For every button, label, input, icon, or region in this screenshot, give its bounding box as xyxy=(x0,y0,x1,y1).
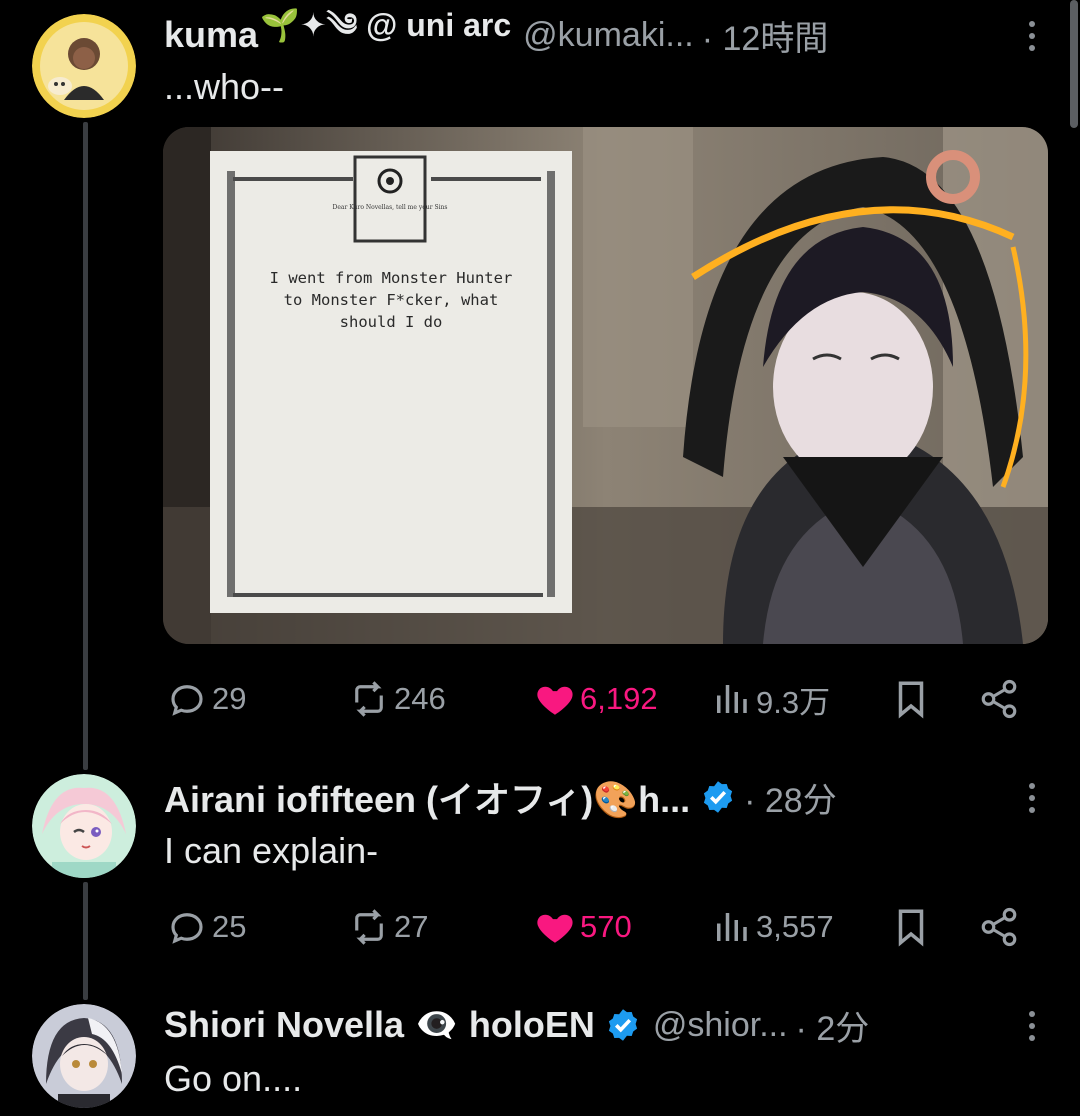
reply-icon xyxy=(171,685,203,716)
share-icon xyxy=(981,907,1017,947)
post-actions: 29 246 6,192 9.3万 xyxy=(166,674,1026,724)
repost-count: 246 xyxy=(394,681,446,716)
verified-badge-icon xyxy=(608,1009,637,1041)
repost-count: 27 xyxy=(394,909,429,944)
scrollbar-thumb[interactable] xyxy=(1070,0,1078,128)
letter-text-line: should I do xyxy=(340,313,443,331)
timeline: kuma 🌱✦༄ @ uni arc @kumaki... · 12時間 ...… xyxy=(0,0,1080,1116)
repost-button[interactable]: 27 xyxy=(348,902,428,952)
author-name[interactable]: Shiori Novella 👁‍🗨 holoEN xyxy=(164,1004,595,1046)
views-button[interactable]: 3,557 xyxy=(710,902,834,952)
author-name[interactable]: Airani iofifteen (イオフィ)🎨h... xyxy=(164,771,690,823)
post-time[interactable]: · 28分 xyxy=(744,773,837,822)
views-icon xyxy=(717,913,747,941)
repost-icon xyxy=(355,909,383,945)
author-name[interactable]: kuma xyxy=(164,14,258,56)
views-button[interactable]: 9.3万 xyxy=(710,674,830,724)
share-button[interactable] xyxy=(978,674,1024,724)
like-count: 570 xyxy=(580,909,632,944)
bookmark-button[interactable] xyxy=(890,902,936,952)
verified-badge-icon xyxy=(704,781,733,813)
post-text: Go on.... xyxy=(164,1058,303,1099)
like-button[interactable]: 570 xyxy=(534,902,632,952)
views-count: 9.3万 xyxy=(756,684,831,720)
thread-connector-line xyxy=(83,882,88,1000)
letter-header-small: Dear Kuro Novellas, tell me your Sins xyxy=(333,204,448,211)
post-header: Shiori Novella 👁‍🗨 holoEN @shior... · 2分 xyxy=(164,1002,1050,1048)
author-handle[interactable]: @shior... xyxy=(653,1006,788,1045)
reply-count: 29 xyxy=(212,681,247,716)
views-count: 3,557 xyxy=(756,909,834,944)
post-time[interactable]: · 2分 xyxy=(796,1001,870,1050)
reply-count: 25 xyxy=(212,909,247,944)
heart-icon xyxy=(537,686,573,715)
letter-text-line: to Monster F*cker, what xyxy=(284,291,499,309)
post-text: ...who-- xyxy=(164,66,285,107)
more-icon[interactable] xyxy=(1014,16,1050,56)
thread-connector-line xyxy=(83,122,88,770)
post-header: kuma 🌱✦༄ @ uni arc @kumaki... · 12時間 xyxy=(164,7,1050,60)
post-media-image[interactable]: Dear Kuro Novellas, tell me your Sins I … xyxy=(163,127,1048,644)
heart-icon xyxy=(537,914,573,943)
like-button[interactable]: 6,192 xyxy=(534,674,658,724)
avatar-kuma[interactable] xyxy=(32,14,136,118)
more-icon[interactable] xyxy=(1014,1006,1050,1046)
repost-button[interactable]: 246 xyxy=(348,674,446,724)
bookmark-icon xyxy=(898,909,924,947)
bookmark-button[interactable] xyxy=(890,674,936,724)
avatar-airani-iofifteen[interactable] xyxy=(32,774,136,878)
post-header: Airani iofifteen (イオフィ)🎨h... · 28分 xyxy=(164,774,1050,820)
views-icon xyxy=(717,685,747,713)
reply-icon xyxy=(171,913,203,944)
post-text: I can explain- xyxy=(164,830,379,871)
share-icon xyxy=(981,679,1017,719)
scrollbar[interactable] xyxy=(1068,0,1078,130)
reply-button[interactable]: 29 xyxy=(166,674,246,724)
post-actions: 25 27 570 3,557 xyxy=(166,902,1026,952)
author-name-suffix[interactable]: 🌱✦༄ @ uni arc xyxy=(260,0,511,80)
like-count: 6,192 xyxy=(580,681,658,716)
bookmark-icon xyxy=(898,681,924,719)
letter-card: Dear Kuro Novellas, tell me your Sins I … xyxy=(210,151,572,613)
avatar-shiori-novella[interactable] xyxy=(32,1004,136,1108)
share-button[interactable] xyxy=(978,902,1024,952)
reply-button[interactable]: 25 xyxy=(166,902,246,952)
repost-icon xyxy=(355,681,383,717)
post-time[interactable]: · 12時間 xyxy=(702,11,829,60)
more-icon[interactable] xyxy=(1014,778,1050,818)
letter-text-line: I went from Monster Hunter xyxy=(270,269,513,287)
author-handle[interactable]: @kumaki... xyxy=(523,16,694,55)
